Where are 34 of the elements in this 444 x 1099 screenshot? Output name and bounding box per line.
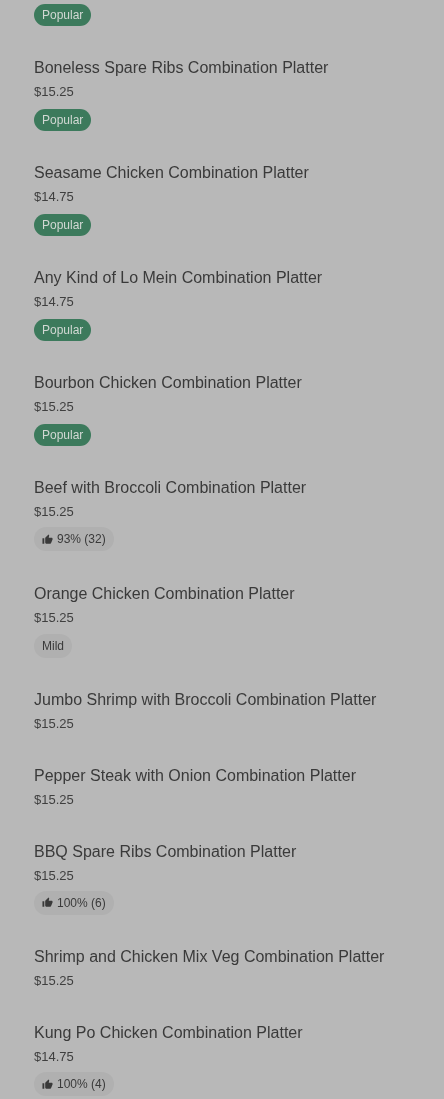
spice-tag: Mild: [34, 633, 72, 658]
popular-badge: Popular: [34, 109, 92, 131]
rating-badge: 100% (6): [34, 890, 114, 915]
dish-price: $14.75: [34, 1048, 75, 1066]
dish-name[interactable]: Shrimp and Chicken Mix Veg Combination Platter: [34, 945, 436, 969]
dish-name[interactable]: Pepper Steak with Onion Combination Platter: [34, 763, 436, 788]
dish-price: $15.25: [34, 790, 75, 809]
dish-price: $15.25: [34, 503, 75, 521]
thumbs-up-icon: [42, 1078, 53, 1090]
dish-price: $15.25: [34, 83, 75, 101]
dish-price: $15.25: [34, 714, 75, 733]
thumbs-up-icon: [42, 897, 53, 908]
dish-price: $14.75: [34, 293, 75, 311]
dish-price: $15.25: [34, 398, 75, 416]
dish-name[interactable]: Orange Chicken Combination Platter: [34, 581, 436, 606]
popular-badge: Popular: [34, 424, 92, 446]
dish-price: $15.25: [34, 608, 75, 627]
dish-price: $14.75: [34, 188, 75, 206]
dish-name[interactable]: Any Kind of Lo Mein Combination Platter: [34, 266, 436, 290]
dish-name[interactable]: Jumbo Shrimp with Broccoli Combination Platter: [34, 687, 436, 712]
thumbs-up-icon: [42, 533, 53, 545]
dish-name[interactable]: Beef with Broccoli Combination Platter: [34, 476, 436, 500]
dish-name[interactable]: BBQ Spare Ribs Combination Platter: [34, 839, 436, 864]
dish-price: $15.25: [34, 972, 75, 990]
rating-badge: 93% (32): [34, 527, 114, 551]
dish-name[interactable]: Bourbon Chicken Combination Platter: [34, 371, 436, 395]
rating-badge: 100% (4): [34, 1072, 114, 1096]
popular-badge: Popular: [34, 214, 92, 236]
dish-name[interactable]: Seasame Chicken Combination Platter: [34, 161, 436, 185]
dish-name[interactable]: Kung Po Chicken Combination Platter: [34, 1021, 436, 1045]
dish-price: $15.25: [34, 866, 75, 885]
popular-badge: Popular: [34, 319, 92, 341]
popular-badge: Popular: [34, 4, 92, 26]
dish-name[interactable]: Boneless Spare Ribs Combination Platter: [34, 56, 436, 80]
